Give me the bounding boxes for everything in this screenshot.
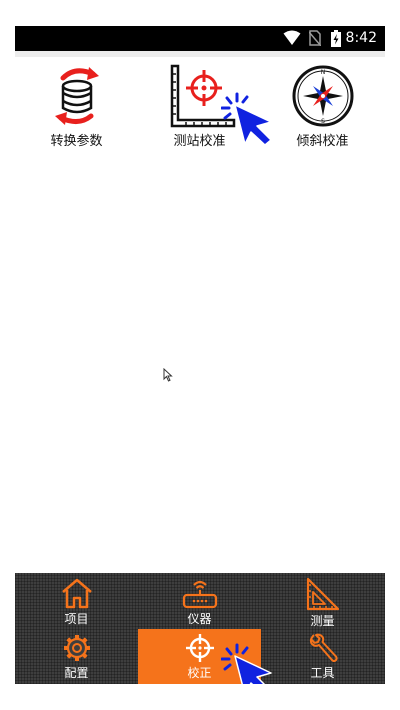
- no-sim-icon: [309, 30, 321, 46]
- triangle-ruler-icon: [306, 577, 339, 611]
- nav-item-survey[interactable]: 测量: [261, 573, 384, 628]
- router-icon: [182, 580, 217, 609]
- nav-item-instrument[interactable]: 仪器: [138, 573, 261, 628]
- bottom-nav: 项目 仪器 测量 配置 校正 工具: [15, 573, 385, 684]
- battery-charging-icon: [331, 30, 341, 47]
- click-cursor-icon: [221, 92, 272, 146]
- nav-label-config: 配置: [64, 666, 89, 680]
- nav-item-config[interactable]: 配置: [15, 629, 138, 684]
- app-screen: 8:42 转换参数 测站校准 N S 倾斜校准 项目 仪器 测量 配置 校正 工…: [15, 26, 385, 684]
- gear-icon: [63, 635, 90, 661]
- header-strip: [15, 51, 385, 57]
- database-convert-icon: [54, 67, 99, 125]
- click-cursor-icon: [221, 643, 272, 684]
- compass-north-letter: N: [320, 69, 325, 76]
- tilt-calibration-button[interactable]: N S 倾斜校准: [261, 64, 384, 150]
- status-bar: 8:42: [15, 26, 385, 51]
- nav-label-project: 项目: [64, 612, 89, 626]
- nav-label-instrument: 仪器: [187, 612, 212, 626]
- crosshair-icon: [185, 634, 214, 662]
- wrench-icon: [309, 633, 338, 662]
- status-time: 8:42: [345, 30, 377, 46]
- home-icon: [61, 578, 92, 609]
- convert-params-button[interactable]: 转换参数: [15, 64, 138, 150]
- nav-label-survey: 测量: [310, 614, 335, 628]
- nav-item-tools[interactable]: 工具: [261, 629, 384, 684]
- wifi-icon: [283, 30, 301, 45]
- nav-label-tools: 工具: [310, 666, 335, 680]
- compass-icon: N S: [292, 65, 353, 127]
- compass-south-letter: S: [321, 118, 325, 125]
- convert-params-label: 转换参数: [50, 134, 103, 149]
- tilt-calibration-label: 倾斜校准: [296, 134, 349, 149]
- mouse-pointer-icon: [163, 368, 173, 382]
- nav-item-project[interactable]: 项目: [15, 573, 138, 628]
